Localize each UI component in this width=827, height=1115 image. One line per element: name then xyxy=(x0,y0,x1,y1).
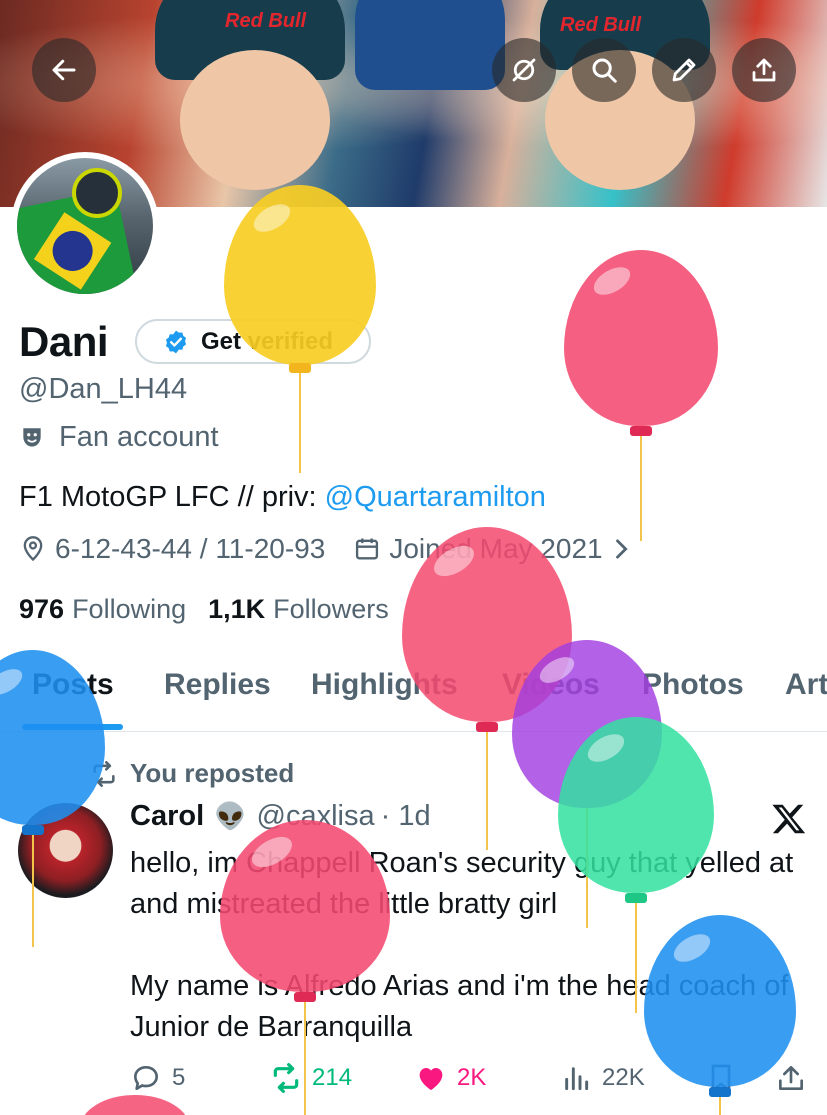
verified-badge-icon xyxy=(165,330,187,353)
repost-context: You reposted xyxy=(90,758,294,789)
author-emoji: 👽 xyxy=(214,801,247,831)
get-verified-label: Get verified xyxy=(201,327,334,355)
share-icon xyxy=(779,1066,803,1090)
joined-date[interactable]: Joined May 2021 xyxy=(389,533,602,565)
tab-articles[interactable]: Art xyxy=(785,668,827,702)
unfollow-topic-button[interactable] xyxy=(492,38,556,102)
back-button[interactable] xyxy=(32,38,96,102)
tweet-author-avatar[interactable] xyxy=(18,803,113,898)
rider-helmet xyxy=(72,168,122,218)
theater-mask-icon xyxy=(23,427,41,447)
repost-label: You reposted xyxy=(130,758,295,788)
followers-label: Followers xyxy=(273,594,389,624)
share-profile-button[interactable] xyxy=(732,38,796,102)
following-count: 976 xyxy=(19,594,65,624)
tab-photos[interactable]: Photos xyxy=(642,668,744,702)
edit-button[interactable] xyxy=(652,38,716,102)
banner-brand-left: Red Bull xyxy=(225,10,307,32)
share-tweet-button[interactable] xyxy=(775,1062,817,1094)
like-count: 2K xyxy=(457,1064,487,1091)
followers-link[interactable]: 1,1K Followers xyxy=(208,594,389,625)
tweet-header: Carol 👽 @caxlisa · 1d xyxy=(130,800,431,833)
back-icon xyxy=(52,59,76,81)
x-logo-icon xyxy=(772,804,806,834)
tweet-author-name[interactable]: Carol xyxy=(130,800,204,833)
tweet-author-handle[interactable]: @caxlisa xyxy=(257,800,375,833)
follow-stats: 976 Following 1,1K Followers xyxy=(19,594,389,625)
like-button[interactable]: 2K xyxy=(415,1062,486,1094)
reply-count: 5 xyxy=(172,1064,186,1091)
balloon-pink xyxy=(564,250,718,545)
active-tab-indicator xyxy=(22,724,123,730)
followers-count: 1,1K xyxy=(208,594,266,624)
location-text: 6-12-43-44 / 11-20-93 xyxy=(55,533,326,564)
repost-icon xyxy=(273,1063,299,1093)
following-label: Following xyxy=(72,594,187,624)
avatar-image xyxy=(17,158,153,294)
tab-replies[interactable]: Replies xyxy=(164,668,271,702)
repost-small-icon xyxy=(93,760,115,787)
views-button[interactable]: 22K xyxy=(560,1062,645,1094)
heart-icon xyxy=(419,1068,443,1090)
category-label: Fan account xyxy=(59,421,219,453)
banner-brand-right: Red Bull xyxy=(560,14,642,36)
bio-mention-link[interactable]: @Quartaramilton xyxy=(325,481,546,513)
views-chart-icon xyxy=(565,1067,589,1091)
search-icon xyxy=(592,58,617,83)
tweet-text: hello, im Chappell Roan's security guy t… xyxy=(130,843,810,1048)
views-count: 22K xyxy=(602,1064,645,1091)
tweet-time: · 1d xyxy=(380,800,431,832)
following-link[interactable]: 976 Following xyxy=(19,594,186,625)
tweet-text-paragraph-2: My name is Alfredo Arias and i'm the hea… xyxy=(130,970,789,1043)
profile-name: Dani xyxy=(19,318,109,365)
unfollow-topic-icon xyxy=(512,58,536,82)
tab-posts[interactable]: Posts xyxy=(32,668,114,702)
profile-avatar[interactable] xyxy=(11,152,159,300)
location-icon xyxy=(23,536,43,562)
search-button[interactable] xyxy=(572,38,636,102)
bio-text: F1 MotoGP LFC // priv: xyxy=(19,481,325,513)
reply-icon xyxy=(134,1066,158,1090)
get-verified-button[interactable]: Get verified xyxy=(135,319,371,364)
tweet-actions: 5 214 2K 22K xyxy=(130,1062,810,1098)
profile-meta: 6-12-43-44 / 11-20-93 Joined May 2021 xyxy=(19,533,643,565)
banner-cap-center xyxy=(355,0,505,90)
balloon-pink-partial xyxy=(80,1095,190,1115)
tweet-text-paragraph-1: hello, im Chappell Roan's security guy t… xyxy=(130,847,794,920)
share-icon xyxy=(752,58,776,82)
profile-handle: @Dan_LH44 xyxy=(19,373,188,405)
chevron-right-icon xyxy=(615,539,628,559)
reply-button[interactable]: 5 xyxy=(130,1062,185,1094)
profile-category: Fan account xyxy=(19,421,219,454)
repost-button[interactable]: 214 xyxy=(270,1062,352,1094)
calendar-icon xyxy=(356,538,379,560)
edit-icon xyxy=(672,58,696,82)
banner-face-left xyxy=(180,50,330,190)
repost-count: 214 xyxy=(312,1064,353,1091)
bookmark-icon xyxy=(711,1064,731,1092)
tab-videos[interactable]: Videos xyxy=(502,668,600,702)
profile-bio: F1 MotoGP LFC // priv: @Quartaramilton xyxy=(19,481,546,514)
profile-tabs: Posts Replies Highlights Videos Photos A… xyxy=(0,660,827,732)
bookmark-button[interactable] xyxy=(705,1062,747,1094)
tab-highlights[interactable]: Highlights xyxy=(311,668,458,702)
